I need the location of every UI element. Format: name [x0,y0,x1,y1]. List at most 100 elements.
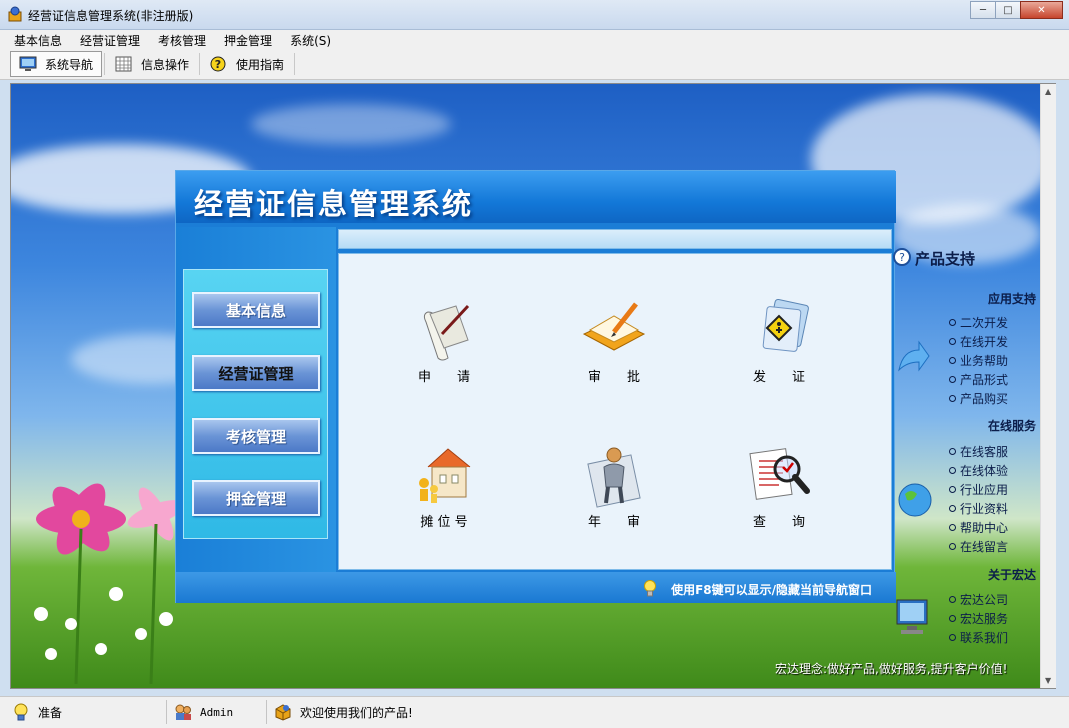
person-review-icon [587,447,641,508]
function-query-label: 查 询 [752,515,805,530]
nav-assessment-management-button[interactable]: 考核管理 [192,418,320,454]
function-panel: 申 请 审 批 发 证 摊 位 号 年 审 查 询 [338,253,892,570]
bullet-icon [949,448,956,455]
link-product-form[interactable]: 产品形式 [949,371,1008,388]
app-support-heading: 应用支持 [987,292,1036,306]
status-bar: 准备 Admin 欢迎使用我们的产品! [0,696,1069,728]
toolbar-separator [199,53,201,75]
link-contact-us[interactable]: 联系我们 [949,629,1008,646]
support-badge-icon: ? [893,248,911,266]
lightbulb-icon [14,703,28,721]
link-label: 业务帮助 [960,354,1009,368]
link-label: 行业应用 [960,483,1009,497]
bullet-icon [949,395,956,402]
title-bar: 经营证信息管理系统(非注册版) ─ □ ✕ [0,0,1069,30]
function-apply[interactable]: 申 请 [394,294,494,394]
link-label: 产品形式 [960,373,1009,387]
dialog-sidebar: 基本信息 经营证管理 考核管理 押金管理 [176,227,336,572]
link-label: 宏达服务 [960,612,1009,626]
link-hongda-company[interactable]: 宏达公司 [949,591,1008,608]
computer-icon [896,599,928,634]
link-label: 产品购买 [960,392,1009,406]
nav-basic-info-button[interactable]: 基本信息 [192,292,320,328]
minimize-button[interactable]: ─ [970,1,996,19]
dialog-header: 经营证信息管理系统 [176,171,896,223]
link-online-dev[interactable]: 在线开发 [949,333,1008,350]
link-help-center[interactable]: 帮助中心 [949,519,1008,536]
menu-deposit-management[interactable]: 押金管理 [215,30,281,49]
menu-basic-info[interactable]: 基本信息 [0,30,71,49]
nav-license-management-button[interactable]: 经营证管理 [192,355,320,391]
function-booth-number-label: 摊 位 号 [420,515,468,530]
toolbar-system-nav-label: 系统导航 [45,57,94,72]
product-support-title: 产品支持 [915,250,976,268]
bullet-icon [949,505,956,512]
app-icon [8,6,22,22]
link-industry-apps[interactable]: 行业应用 [949,481,1008,498]
dialog-footer: 使用F8键可以显示/隐藏当前导航窗口 [176,572,896,603]
menu-assessment-management[interactable]: 考核管理 [149,30,215,49]
window-controls: ─ □ ✕ [970,1,1063,19]
close-button[interactable]: ✕ [1020,1,1063,19]
scroll-down-arrow-icon[interactable]: ▼ [1045,676,1051,685]
toolbar: 系统导航 信息操作 ? 使用指南 [0,49,1069,80]
f8-hint: 使用F8键可以显示/隐藏当前导航窗口 [643,580,872,598]
bullet-icon [949,596,956,603]
bullet-icon [949,338,956,345]
navigation-dialog: 经营证信息管理系统 基本信息 经营证管理 考核管理 押金管理 申 请 审 批 发… [175,170,896,603]
f8-hint-text: 使用F8键可以显示/隐藏当前导航窗口 [671,582,872,597]
link-online-trial[interactable]: 在线体验 [949,462,1008,479]
content-header-strip [338,229,892,249]
function-issue-certificate[interactable]: 发 证 [729,294,829,394]
monitor-icon [19,56,37,71]
globe-icon [898,483,932,517]
function-annual-review-label: 年 审 [587,515,640,530]
arrow-decoration-icon [898,340,930,372]
menu-license-management[interactable]: 经营证管理 [71,30,149,49]
function-annual-review[interactable]: 年 审 [564,439,664,539]
function-booth-number[interactable]: 摊 位 号 [394,439,494,539]
dialog-title: 经营证信息管理系统 [194,187,474,221]
lightbulb-icon [644,580,657,597]
link-industry-materials[interactable]: 行业资料 [949,500,1008,517]
toolbar-separator [104,53,106,75]
maximize-button[interactable]: □ [995,1,1021,19]
link-label: 联系我们 [960,631,1009,645]
about-hongda-heading: 关于宏达 [987,568,1036,582]
window-title: 经营证信息管理系统(非注册版) [28,9,194,23]
scroll-up-arrow-icon[interactable]: ▲ [1045,87,1051,96]
toolbar-system-nav-button[interactable]: 系统导航 [10,51,103,77]
grid-icon [115,56,132,72]
svg-text:?: ? [215,58,221,71]
status-ready: 准备 [12,701,62,723]
booth-building-icon [419,448,471,503]
status-user: Admin [174,701,233,723]
link-label: 在线开发 [960,335,1009,349]
toolbar-info-ops-label: 信息操作 [141,57,190,72]
bullet-icon [949,634,956,641]
bullet-icon [949,357,956,364]
product-box-icon [275,704,291,721]
link-online-message[interactable]: 在线留言 [949,538,1008,555]
function-query[interactable]: 查 询 [729,439,829,539]
link-hongda-service[interactable]: 宏达服务 [949,610,1008,627]
vertical-scrollbar[interactable]: ▲ ▼ [1040,84,1056,688]
menu-system[interactable]: 系统(S) [281,30,340,49]
company-slogan: 宏达理念:做好产品,做好服务,提升客户价值! [775,662,1008,676]
link-label: 二次开发 [960,316,1009,330]
link-secondary-dev[interactable]: 二次开发 [949,314,1008,331]
user-group-icon [175,704,191,720]
link-product-purchase[interactable]: 产品购买 [949,390,1008,407]
nav-deposit-management-button[interactable]: 押金管理 [192,480,320,516]
link-online-support[interactable]: 在线客服 [949,443,1008,460]
toolbar-info-ops-button[interactable]: 信息操作 [107,51,197,77]
function-approve[interactable]: 审 批 [564,294,664,394]
toolbar-user-guide-button[interactable]: ? 使用指南 [202,51,292,77]
toolbar-user-guide-label: 使用指南 [236,57,285,72]
link-label: 在线客服 [960,445,1009,459]
link-business-help[interactable]: 业务帮助 [949,352,1008,369]
link-label: 帮助中心 [960,521,1009,535]
function-approve-label: 审 批 [587,370,640,385]
notebook-pen-icon [582,302,646,351]
link-label: 宏达公司 [960,593,1009,607]
